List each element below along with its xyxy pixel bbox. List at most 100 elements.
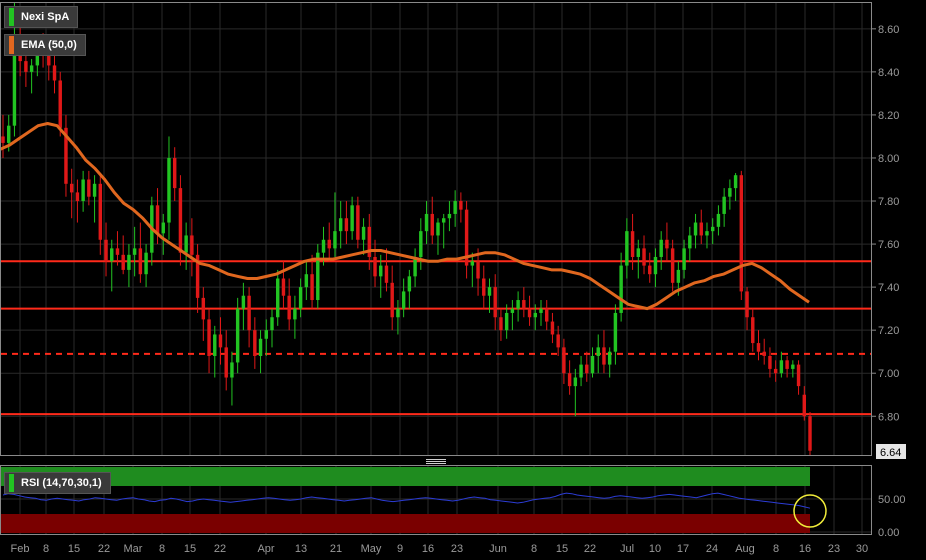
candle-body <box>321 239 326 253</box>
candle-body <box>1 136 5 143</box>
candle-body <box>573 377 578 387</box>
candle-body <box>476 261 480 279</box>
legend-ema[interactable]: EMA (50,0) <box>4 34 86 56</box>
candle-body <box>207 319 211 356</box>
candle-body <box>161 222 165 234</box>
candle-body <box>58 80 62 128</box>
candle-body <box>132 248 137 255</box>
candle-body <box>310 274 314 301</box>
candle-body <box>619 265 623 313</box>
candle-body <box>344 218 349 232</box>
candle-body <box>241 295 246 309</box>
legend-rsi-label: RSI (14,70,30,1) <box>21 477 102 489</box>
candle-body <box>499 317 503 331</box>
x-tick-label: 8 <box>159 543 165 555</box>
panel-resize-handle[interactable] <box>426 459 446 465</box>
candle-body <box>487 287 492 296</box>
rsi-oversold-zone <box>1 514 810 533</box>
x-tick-label: 30 <box>856 543 868 555</box>
last-price-label: 6.64 <box>880 447 901 459</box>
candle-body <box>224 347 228 378</box>
price-tick-label: 7.20 <box>878 325 899 337</box>
legend-nexi[interactable]: Nexi SpA <box>4 6 79 28</box>
candle-body <box>373 256 377 277</box>
candle-body <box>613 312 618 352</box>
candle-body <box>808 416 812 451</box>
price-tick-label: 8.20 <box>878 110 899 122</box>
candle-body <box>659 239 663 257</box>
x-tick-label: Apr <box>257 543 274 555</box>
candle-body <box>218 334 223 348</box>
x-tick-label: 24 <box>706 543 718 555</box>
x-tick-label: 23 <box>828 543 840 555</box>
price-tick-label: 7.40 <box>878 282 899 294</box>
candle-body <box>447 213 452 219</box>
candle-body <box>716 213 721 227</box>
candle-body <box>52 65 57 81</box>
candle-body <box>756 343 761 352</box>
price-tick-label: 7.00 <box>878 368 899 380</box>
x-tick-label: Aug <box>735 543 755 555</box>
candle-body <box>92 183 97 197</box>
legend-nexi-label: Nexi SpA <box>21 11 70 23</box>
candle-body <box>688 235 692 249</box>
x-tick-label: 22 <box>98 543 110 555</box>
candle-body <box>470 261 475 266</box>
x-tick-label: Jun <box>489 543 507 555</box>
candle-body <box>407 276 412 292</box>
candle-body <box>785 360 789 369</box>
candle-body <box>115 248 120 255</box>
candle-body <box>596 347 600 356</box>
candle-body <box>69 183 74 193</box>
candle-body <box>167 157 171 223</box>
candle-body <box>304 274 309 288</box>
candle-body <box>184 235 188 253</box>
candle-body <box>579 364 583 378</box>
candle-body <box>338 218 343 232</box>
last-price-tag: 6.64 <box>876 444 906 459</box>
x-tick-label: 17 <box>677 543 689 555</box>
x-tick-label: 8 <box>43 543 49 555</box>
candle-body <box>728 188 732 197</box>
legend-rsi[interactable]: RSI (14,70,30,1) <box>4 472 111 494</box>
candle-body <box>670 248 675 283</box>
candle-body <box>585 364 589 374</box>
candle-body <box>504 312 509 331</box>
candle-body <box>276 278 280 318</box>
candle-body <box>545 308 549 322</box>
price-tick-label: 8.40 <box>878 67 899 79</box>
candle-body <box>533 312 537 318</box>
candle-body <box>401 291 406 309</box>
x-tick-label: 15 <box>556 543 568 555</box>
x-tick-label: 16 <box>422 543 434 555</box>
rsi-overbought-zone <box>1 467 810 486</box>
candle-body <box>562 347 566 374</box>
candle-body <box>693 222 698 236</box>
candle-body <box>253 330 257 356</box>
candle-body <box>699 222 703 236</box>
candle-body <box>178 188 183 253</box>
candle-body <box>733 175 738 189</box>
candle-body <box>527 308 532 318</box>
candle-body <box>121 254 125 270</box>
candle-body <box>602 347 606 365</box>
candle-body <box>676 269 681 283</box>
chart-canvas[interactable]: 8.60 8.40 8.20 8.00 7.80 7.60 7.40 7.20 7.00 6.80… <box>0 0 926 560</box>
candle-body <box>516 300 520 309</box>
candle-body <box>98 183 103 240</box>
candle-body <box>361 226 366 240</box>
candle-body <box>482 278 486 296</box>
candle-body <box>682 248 686 270</box>
candle-body <box>802 394 806 417</box>
candle-body <box>791 364 795 369</box>
candle-body <box>630 231 635 257</box>
candle-body <box>625 231 629 266</box>
x-tick-label: Jul <box>620 543 634 555</box>
candle-body <box>556 334 560 348</box>
candle-body <box>127 254 131 270</box>
x-tick-label: May <box>361 543 382 555</box>
candle-body <box>258 338 263 356</box>
candle-body <box>722 196 726 214</box>
x-tick-label: 16 <box>799 543 811 555</box>
legend-ema-label: EMA (50,0) <box>21 39 77 51</box>
